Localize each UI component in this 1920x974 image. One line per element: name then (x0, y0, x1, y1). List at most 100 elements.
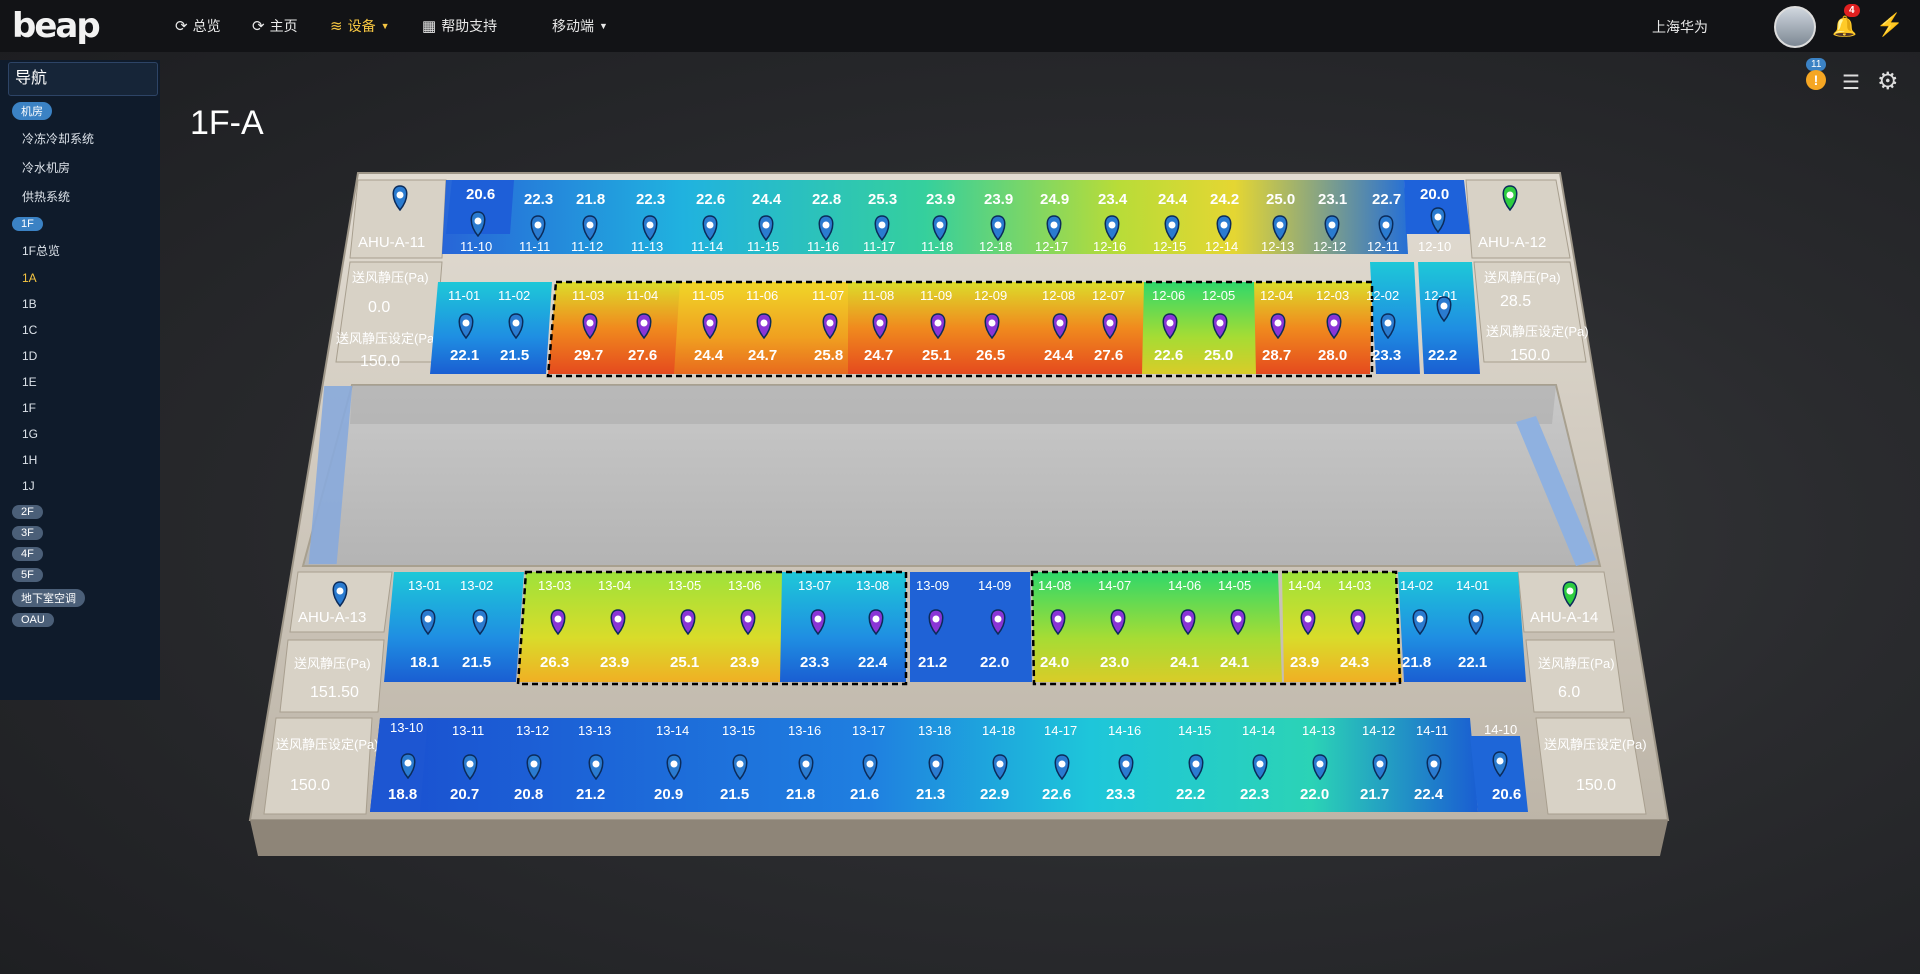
room-temperature[interactable]: 23.9 (984, 191, 1013, 208)
room-temperature[interactable]: 22.3 (636, 191, 665, 208)
room-temperature[interactable]: 22.1 (1458, 654, 1487, 671)
room-temperature[interactable]: 23.9 (926, 191, 955, 208)
room-temperature[interactable]: 25.3 (868, 191, 897, 208)
map-pin-dot (802, 760, 810, 768)
room-temperature[interactable]: 26.5 (976, 347, 1005, 364)
room-label: 14-04 (1288, 578, 1321, 593)
room-temperature[interactable]: 22.0 (980, 654, 1009, 671)
room-temperature[interactable]: 27.6 (628, 347, 657, 364)
room-temperature[interactable]: 21.5 (720, 786, 749, 803)
room-temperature[interactable]: 22.2 (1176, 786, 1205, 803)
room-temperature[interactable]: 22.2 (1428, 347, 1457, 364)
room-temperature[interactable]: 23.3 (1372, 347, 1401, 364)
room-label: 12-15 (1153, 239, 1186, 254)
room-temperature[interactable]: 23.3 (1106, 786, 1135, 803)
ahu-a11-label[interactable]: AHU-A-11 (358, 234, 425, 251)
room-temperature[interactable]: 18.1 (410, 654, 439, 671)
room-temperature[interactable]: 25.0 (1204, 347, 1233, 364)
room-temperature[interactable]: 22.6 (1154, 347, 1183, 364)
room-temperature[interactable]: 22.6 (1042, 786, 1071, 803)
room-temperature[interactable]: 27.6 (1094, 347, 1123, 364)
room-temperature[interactable]: 24.7 (748, 347, 777, 364)
room-temperature[interactable]: 23.0 (1100, 654, 1129, 671)
room-temperature[interactable]: 21.3 (916, 786, 945, 803)
room-label: 11-07 (812, 288, 844, 303)
room-temperature[interactable]: 26.3 (540, 654, 569, 671)
room-temperature[interactable]: 20.9 (654, 786, 683, 803)
room-label: 13-05 (668, 578, 701, 593)
room-temperature[interactable]: 23.9 (600, 654, 629, 671)
room-temperature[interactable]: 21.5 (462, 654, 491, 671)
room-temperature[interactable]: 22.3 (524, 191, 553, 208)
room-label: 12-13 (1261, 239, 1294, 254)
room-temperature[interactable]: 25.1 (922, 347, 951, 364)
room-temperature[interactable]: 20.7 (450, 786, 479, 803)
map-pin-dot (404, 759, 412, 767)
room-temperature[interactable]: 20.6 (466, 186, 495, 203)
room-temperature[interactable]: 23.1 (1318, 191, 1347, 208)
pressure-label: 送风静压(Pa) (294, 656, 371, 671)
room-temperature[interactable]: 29.7 (574, 347, 603, 364)
room-temperature[interactable]: 23.9 (730, 654, 759, 671)
room-label: 13-16 (788, 723, 821, 738)
map-pin-dot (530, 760, 538, 768)
room-temperature[interactable]: 22.9 (980, 786, 1009, 803)
room-temperature[interactable]: 24.2 (1210, 191, 1239, 208)
ahu-a12-label[interactable]: AHU-A-12 (1478, 234, 1546, 251)
room-temperature[interactable]: 20.8 (514, 786, 543, 803)
pressure-value-a13: 151.50 (310, 684, 359, 701)
room-temperature[interactable]: 25.0 (1266, 191, 1295, 208)
room-label: 14-08 (1038, 578, 1071, 593)
room-label: 11-04 (626, 288, 658, 303)
room-temperature[interactable]: 20.6 (1492, 786, 1521, 803)
room-temperature[interactable]: 20.0 (1420, 186, 1449, 203)
room-temperature[interactable]: 23.3 (800, 654, 829, 671)
room-label: 14-02 (1400, 578, 1433, 593)
map-pin-dot (996, 760, 1004, 768)
room-temperature[interactable]: 24.1 (1220, 654, 1249, 671)
room-temperature[interactable]: 22.6 (696, 191, 725, 208)
room-temperature[interactable]: 28.0 (1318, 347, 1347, 364)
room-temperature[interactable]: 23.9 (1290, 654, 1319, 671)
room-temperature[interactable]: 28.7 (1262, 347, 1291, 364)
room-temperature[interactable]: 24.0 (1040, 654, 1069, 671)
room-temperature[interactable]: 21.7 (1360, 786, 1389, 803)
room-temperature[interactable]: 22.0 (1300, 786, 1329, 803)
room-temperature[interactable]: 18.8 (388, 786, 417, 803)
room-temperature[interactable]: 24.9 (1040, 191, 1069, 208)
map-pin-dot (1416, 615, 1424, 623)
room-temperature[interactable]: 21.2 (576, 786, 605, 803)
ahu-a14-label[interactable]: AHU-A-14 (1530, 609, 1598, 626)
room-temperature[interactable]: 22.7 (1372, 191, 1401, 208)
room-label: 12-10 (1418, 239, 1451, 254)
room-temperature[interactable]: 23.4 (1098, 191, 1128, 208)
room-temperature[interactable]: 25.8 (814, 347, 843, 364)
room-temperature[interactable]: 21.2 (918, 654, 947, 671)
room-temperature[interactable]: 22.4 (858, 654, 888, 671)
room-temperature[interactable]: 24.1 (1170, 654, 1199, 671)
pressure-set-label: 送风静压设定(Pa) (1544, 737, 1647, 752)
room-temperature[interactable]: 21.5 (500, 347, 529, 364)
room-temperature[interactable]: 24.4 (752, 191, 782, 208)
map-pin-dot (586, 319, 594, 327)
map-pin-dot (706, 221, 714, 229)
room-temperature[interactable]: 21.8 (576, 191, 605, 208)
room-temperature[interactable]: 24.4 (1158, 191, 1188, 208)
map-pin-dot (1054, 615, 1062, 623)
room-temperature[interactable]: 24.3 (1340, 654, 1369, 671)
room-temperature[interactable]: 24.4 (694, 347, 724, 364)
room-temperature[interactable]: 21.6 (850, 786, 879, 803)
room-label: 13-12 (516, 723, 549, 738)
room-temperature[interactable]: 22.4 (1414, 786, 1444, 803)
room-temperature[interactable]: 22.1 (450, 347, 479, 364)
room-temperature[interactable]: 22.3 (1240, 786, 1269, 803)
room-temperature[interactable]: 21.8 (786, 786, 815, 803)
room-label: 12-09 (974, 288, 1007, 303)
room-temperature[interactable]: 24.7 (864, 347, 893, 364)
map-pin-dot (932, 760, 940, 768)
room-temperature[interactable]: 24.4 (1044, 347, 1074, 364)
ahu-a13-label[interactable]: AHU-A-13 (298, 609, 366, 626)
room-temperature[interactable]: 21.8 (1402, 654, 1431, 671)
room-temperature[interactable]: 22.8 (812, 191, 841, 208)
room-temperature[interactable]: 25.1 (670, 654, 699, 671)
